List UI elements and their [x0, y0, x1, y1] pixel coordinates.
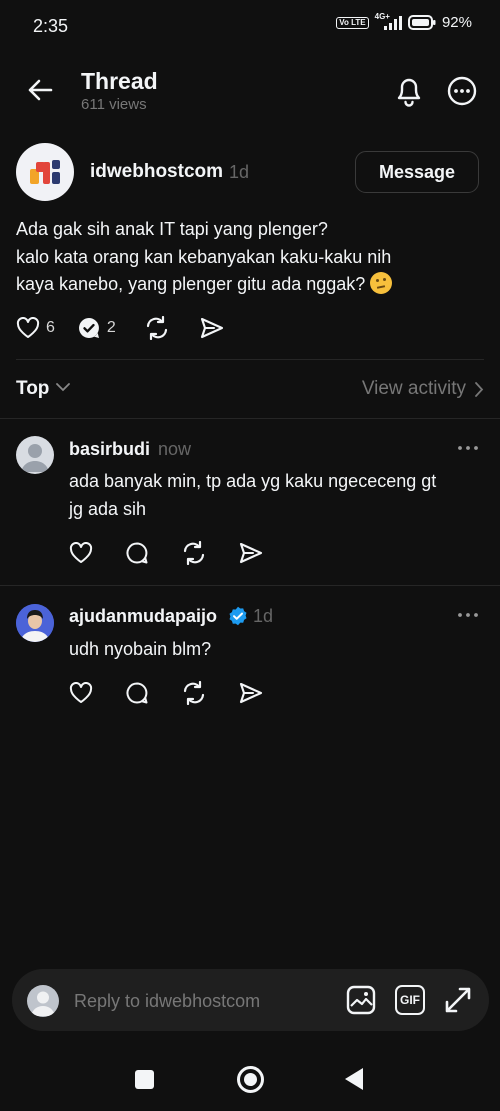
repost-icon[interactable] [181, 541, 207, 565]
reply-text-line: udh nyobain blm? [69, 639, 212, 659]
chevron-down-icon [56, 383, 70, 392]
sort-label: Top [16, 378, 50, 399]
post-timestamp: 1d [229, 162, 250, 182]
reply-actions [69, 681, 263, 705]
reply-count: 2 [106, 319, 116, 336]
divider [16, 359, 484, 360]
image-icon [346, 985, 376, 1015]
more-horizontal-icon[interactable] [456, 610, 480, 620]
repost-icon[interactable] [181, 681, 207, 705]
reply-timestamp: now [158, 439, 192, 459]
profile-photo-icon [16, 604, 54, 642]
more-options-button[interactable] [447, 76, 477, 106]
comment-bubble-icon[interactable] [125, 541, 149, 565]
post-text: Ada gak sih anak IT tapi yang plenger? k… [16, 216, 486, 299]
default-avatar-icon [31, 991, 55, 1016]
reply-input[interactable] [74, 988, 284, 1014]
reply-author-name[interactable]: ajudanmudapaijo [69, 606, 217, 627]
more-circle-icon [447, 76, 477, 106]
post-author-name[interactable]: idwebhostcom [90, 161, 223, 183]
reply-text-line: jg ada sih [69, 499, 147, 519]
like-count: 6 [46, 319, 55, 336]
verified-badge-icon [229, 606, 247, 626]
page-title: Thread [81, 68, 158, 94]
gif-button[interactable]: GIF [395, 985, 425, 1015]
reply-actions [69, 541, 263, 565]
post-text-line: kalo kata orang kan kebanyakan kaku-kaku… [16, 246, 392, 267]
divider [0, 418, 500, 419]
idwebhost-logo-icon [30, 160, 60, 184]
battery-percent: 92% [441, 14, 472, 31]
reply-timestamp: 1d [253, 606, 274, 626]
reply-author-name[interactable]: basirbudi [69, 439, 150, 460]
status-icons: Vo LTE 4G+ 92% [336, 12, 472, 31]
heart-icon[interactable] [69, 682, 93, 704]
post-text-line-text: kaya kanebo, yang plenger gitu ada nggak… [16, 274, 366, 294]
repost-icon [146, 316, 167, 340]
back-button[interactable] [26, 76, 54, 104]
heart-icon [16, 317, 40, 338]
home-button[interactable] [237, 1066, 264, 1093]
status-bar: 2:35 Vo LTE 4G+ 92% [0, 0, 500, 52]
bell-icon [397, 78, 421, 107]
repost-button[interactable] [144, 316, 170, 340]
recent-apps-button[interactable] [135, 1070, 154, 1089]
chevron-right-icon [475, 382, 484, 397]
arrow-left-icon [28, 79, 53, 101]
view-count: 611 views [81, 96, 147, 113]
expand-composer-button[interactable] [443, 985, 473, 1015]
send-icon[interactable] [239, 682, 263, 704]
default-avatar-icon [21, 444, 49, 472]
message-button[interactable]: Message [355, 151, 479, 193]
attach-image-button[interactable] [346, 985, 376, 1015]
reply-text-line: ada banyak min, tp ada yg kaku ngececeng… [69, 471, 437, 491]
volte-icon: Vo LTE [336, 16, 369, 29]
battery-icon [407, 15, 436, 30]
thinking-face-icon [370, 272, 393, 294]
system-back-button[interactable] [345, 1068, 363, 1090]
reply-button[interactable]: 2 [77, 316, 116, 340]
reply-text: ada banyak min, tp ada yg kaku ngececeng… [69, 467, 436, 523]
reply-text: udh nyobain blm? [69, 635, 211, 663]
post-text-line: Ada gak sih anak IT tapi yang plenger? [16, 219, 328, 239]
reply-avatar[interactable] [16, 604, 54, 642]
heart-icon[interactable] [69, 542, 93, 564]
notifications-button[interactable] [394, 75, 424, 107]
reply-check-bubble-icon [78, 318, 99, 338]
current-user-avatar [27, 985, 59, 1017]
network-type-label: 4G+ [374, 12, 390, 21]
sort-bar: Top View activity [16, 376, 484, 402]
status-time: 2:35 [33, 16, 69, 36]
send-icon [200, 317, 223, 339]
post-text-line: kaya kanebo, yang plenger gitu ada nggak… [16, 271, 486, 299]
like-button[interactable]: 6 [16, 317, 55, 339]
post-actions: 6 2 [16, 316, 224, 340]
comment-bubble-icon[interactable] [125, 681, 149, 705]
send-icon[interactable] [239, 542, 263, 564]
reply-avatar[interactable] [16, 436, 54, 474]
expand-arrows-icon [445, 987, 471, 1013]
more-horizontal-icon[interactable] [456, 443, 480, 453]
author-avatar[interactable] [16, 143, 74, 201]
thread-header: Thread 611 views [0, 60, 500, 122]
divider [0, 585, 500, 586]
view-activity-label: View activity [361, 378, 466, 399]
reply-composer: GIF [12, 969, 489, 1031]
share-button[interactable] [200, 317, 224, 339]
